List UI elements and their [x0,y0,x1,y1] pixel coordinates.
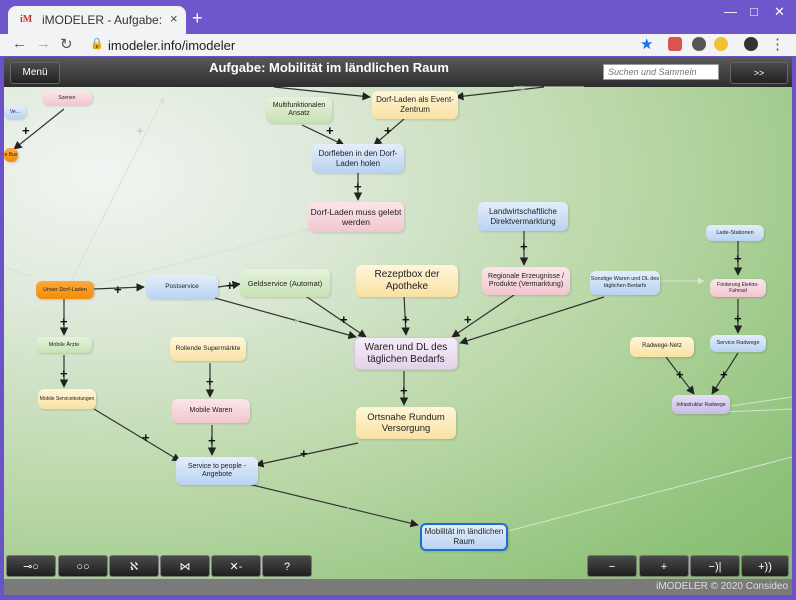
tab-strip: iM iMODELER - Aufgabe: Mobilität im länd… [0,0,796,34]
profile-avatar-icon[interactable] [744,37,758,51]
browser-tab[interactable]: iM iMODELER - Aufgabe: Mobilität im länd… [8,6,186,34]
edge-plus-sign: + [300,446,308,461]
browser-toolbar: ← → ↻ 🔒 imodeler.info/imodeler ★ ⋮ [0,34,796,56]
edge-layer [4,86,792,533]
minimize-icon[interactable]: — [724,4,737,19]
node-landwirtschaftliche-direktvermarktung[interactable]: Landwirtschaftliche Direktvermarktung [478,202,568,231]
copyright-text: iMODELER © 2020 Consideo [656,581,788,592]
close-window-icon[interactable]: ✕ [774,4,785,20]
chrome-extension-icon[interactable] [714,37,728,51]
node-dorfleben[interactable]: Dorfleben in den Dorf-Laden holen [312,144,404,173]
edge-plus-sign: + [514,312,522,327]
browser-window: iM iMODELER - Aufgabe: Mobilität im länd… [0,0,796,600]
node-foerderung-elektro-fahrrad[interactable]: Förderung Elektro-Fahrrad [710,279,766,297]
node-sonstige-waren[interactable]: Sonstige Waren und DL des täglichen Beda… [590,271,660,295]
node-geldservice[interactable]: Geldservice (Automat) [240,269,330,297]
node-rezeptbox[interactable]: Rezeptbox der Apotheke [356,265,458,297]
edge-plus-sign: + [326,123,334,138]
node-mobile-aerzte[interactable]: Mobile Ärzte [36,337,92,353]
node-lade-stationen[interactable]: Lade-Stationen [706,225,764,241]
maximize-icon[interactable]: □ [750,4,758,19]
node-partial-left[interactable]: Ve... [4,105,26,119]
footer-strip: iMODELER © 2020 Consideo [4,579,792,595]
node-unser-dorfladen[interactable]: Unser Dorf-Laden [36,281,94,299]
edge-plus-sign: + [520,239,528,254]
extension-icon[interactable] [692,37,706,51]
imodeler-favicon-icon: iM [20,14,33,25]
imodeler-canvas[interactable]: Menü Aufgabe: Mobilität im ländlichen Ra… [4,57,792,595]
help-button[interactable]: ? [262,555,312,577]
node-dorfladen-gelebt[interactable]: Dorf-Laden muss gelebt werden [308,202,404,232]
node-ortsnahe-versorgung[interactable]: Ortsnahe Rundum Versorgung [356,407,456,439]
kebab-menu-icon[interactable]: ⋮ [770,35,785,53]
edge-plus-sign: + [136,123,144,138]
step-back-button[interactable]: −)| [690,555,740,577]
delete-link-button[interactable]: ✕- [211,555,261,577]
edge-plus-sign: + [114,282,122,297]
node-service-radwege[interactable]: Service Radwege [710,335,766,352]
edge-plus-sign: + [402,312,410,327]
bookmark-star-icon[interactable]: ★ [640,35,653,53]
node-mobile-waren[interactable]: Mobile Waren [172,399,250,423]
node-radwege-netz[interactable]: Radwege-Netz [630,337,694,357]
node-multifunktionalen-ansatz[interactable]: Multifunktionalen Ansatz [266,97,332,123]
node-szenen[interactable]: Szenen [42,91,92,105]
edge-plus-sign: + [60,366,68,381]
forward-arrow-icon[interactable]: → [36,35,51,52]
edge-plus-sign: + [22,123,30,138]
node-dorfladen-event[interactable]: Dorf-Laden als Event-Zentrum [372,91,458,119]
edge-plus-sign: + [340,312,348,327]
node-service-to-people[interactable]: Service to people - Angebote [176,457,258,485]
edge-plus-sign: + [734,251,742,266]
zoom-out-button[interactable]: − [587,555,637,577]
edge-plus-sign: + [734,311,742,326]
edge-plus-sign: + [384,123,392,138]
connect-tool-button[interactable]: ○○ [58,555,108,577]
pdf-extension-icon[interactable] [668,37,682,51]
edge-plus-sign: + [676,367,684,382]
node-waren-dl[interactable]: Waren und DL des täglichen Bedarfs [354,337,458,370]
edge-plus-sign: + [142,430,150,445]
node-infrastruktur-radwege[interactable]: Infrastruktur Radwege [672,395,730,414]
edge-plus-sign: + [60,314,68,329]
url-text: imodeler.info/imodeler [108,38,236,53]
edge-plus-sign: + [464,312,472,327]
node-mobile-servicelestungen[interactable]: Mobile Servicelestungen [38,389,96,409]
reload-icon[interactable]: ↻ [60,35,73,53]
edge-plus-sign: + [344,498,352,513]
edge-plus-sign: + [720,367,728,382]
back-arrow-icon[interactable]: ← [12,35,27,52]
new-tab-button[interactable]: + [192,8,203,29]
tab-title: iMODELER - Aufgabe: Mobilität im ländlic… [42,13,164,27]
link-tool-button[interactable]: ⊸○ [6,555,56,577]
close-tab-icon[interactable]: × [170,11,178,26]
address-bar[interactable]: 🔒 imodeler.info/imodeler ★ [84,35,664,55]
edge-plus-sign: + [206,374,214,389]
edge-plus-sign: + [354,179,362,194]
node-regionale-erzeugnisse[interactable]: Regionale Erzeugnisse / Produkte (Vermar… [482,267,570,295]
node-bus[interactable]: e Bus [4,148,18,162]
edge-plus-sign: + [518,81,526,96]
edge-plus-sign: + [208,433,216,448]
network-tool-button[interactable]: ⋈ [160,555,210,577]
edge-plus-sign: + [292,313,300,328]
zoom-in-button[interactable]: + [639,555,689,577]
edge-plus-sign: + [226,278,234,293]
layout-tool-button[interactable]: ℵ [109,555,159,577]
lock-icon: 🔒 [90,38,104,50]
edge-plus-sign: + [400,383,408,398]
node-postservice[interactable]: Postservice [146,275,218,299]
node-mobilitaet-selected[interactable]: Mobilität im ländlichen Raum [420,523,508,551]
step-forward-button[interactable]: +)) [741,555,789,577]
node-rollende-supermaerkte[interactable]: Rollende Supermärkte [170,337,246,361]
